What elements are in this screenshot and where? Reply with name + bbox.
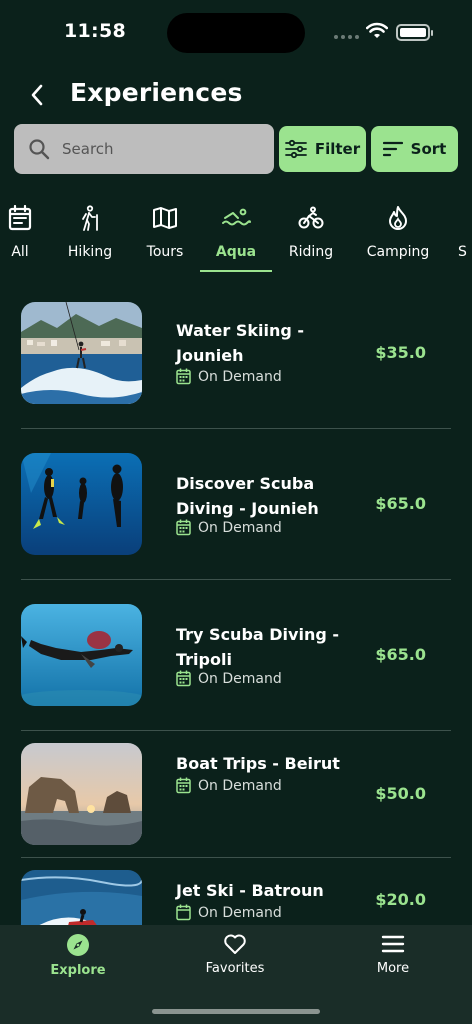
list-item[interactable]: Try Scuba Diving - Tripoli On Demand $65… [0, 580, 472, 731]
experience-price: $20.0 [375, 890, 426, 909]
list-item[interactable]: Discover Scuba Diving - Jounieh On Deman… [0, 429, 472, 580]
page-title: Experiences [70, 78, 243, 107]
category-more[interactable]: S [458, 200, 472, 272]
availability-text: On Demand [198, 368, 282, 385]
tab-favorites[interactable]: Favorites [175, 933, 295, 989]
sort-label: Sort [410, 140, 447, 158]
experience-image [21, 870, 142, 925]
back-button[interactable] [22, 80, 52, 110]
sort-button[interactable]: Sort [371, 126, 458, 172]
availability: On Demand [176, 670, 282, 687]
flame-icon [389, 206, 407, 230]
hiker-icon [82, 205, 98, 231]
search-input[interactable] [62, 124, 262, 174]
experience-list: Water Skiing - Jounieh On Demand $35.0 D… [0, 280, 472, 925]
availability: On Demand [176, 519, 282, 536]
experience-title: Try Scuba Diving - Tripoli [176, 625, 339, 669]
active-tab-indicator [200, 270, 272, 272]
list-item[interactable]: Water Skiing - Jounieh On Demand $35.0 [0, 280, 472, 429]
experience-title: Water Skiing - Jounieh [176, 321, 305, 365]
tab-more[interactable]: More [333, 933, 453, 989]
sort-icon [382, 141, 403, 157]
home-indicator [152, 1009, 320, 1014]
header: Experiences [0, 74, 472, 118]
category-label: Tours [146, 244, 184, 260]
availability: On Demand [176, 368, 282, 385]
category-tours[interactable]: Tours [136, 200, 194, 272]
calendar-icon [176, 519, 191, 536]
category-label: All [11, 244, 29, 260]
calendar-icon [176, 777, 191, 794]
availability-text: On Demand [198, 904, 282, 921]
filter-label: Filter [314, 140, 361, 158]
calendar-icon [176, 368, 191, 385]
experience-image [21, 743, 142, 845]
search-box[interactable] [14, 124, 274, 174]
category-hiking[interactable]: Hiking [60, 200, 120, 272]
experience-price: $50.0 [375, 784, 426, 803]
experience-image [21, 453, 142, 555]
experience-image [21, 604, 142, 706]
availability-text: On Demand [198, 519, 282, 536]
heart-icon [224, 934, 246, 954]
category-label: Riding [288, 244, 334, 260]
menu-icon [381, 935, 405, 953]
category-camping[interactable]: Camping [362, 200, 434, 272]
map-icon [153, 207, 177, 229]
chevron-left-icon [31, 84, 43, 106]
availability: On Demand [176, 777, 282, 794]
category-tabs: All Hiking Tours Aqua Riding Camping S [0, 200, 472, 276]
wifi-icon [366, 22, 388, 38]
sliders-icon [284, 139, 307, 159]
category-label: Hiking [67, 244, 113, 260]
search-icon [29, 139, 50, 160]
swimmer-icon [222, 208, 251, 226]
battery-icon [396, 24, 433, 41]
dynamic-island [167, 13, 305, 53]
filter-button[interactable]: Filter [279, 126, 366, 172]
availability: On Demand [176, 904, 282, 921]
availability-text: On Demand [198, 670, 282, 687]
tab-explore[interactable]: Explore [18, 933, 138, 989]
search-row: Filter Sort [14, 124, 458, 174]
tab-label: Favorites [205, 961, 265, 976]
category-label: S [458, 244, 467, 260]
tab-label: More [376, 961, 410, 976]
calendar-icon [176, 670, 191, 687]
category-label: Camping [366, 244, 430, 260]
category-label: Aqua [215, 244, 257, 260]
calendar-icon [8, 205, 32, 231]
category-riding[interactable]: Riding [286, 200, 336, 272]
status-bar: 11:58 [0, 0, 472, 64]
calendar-icon [176, 904, 191, 921]
status-time: 11:58 [64, 20, 126, 42]
experience-price: $65.0 [375, 645, 426, 664]
experience-price: $35.0 [375, 343, 426, 362]
list-item[interactable]: Boat Trips - Beirut On Demand $50.0 [0, 731, 472, 858]
experience-image [21, 302, 142, 404]
availability-text: On Demand [198, 777, 282, 794]
bicycle-icon [298, 206, 324, 229]
list-item[interactable]: Jet Ski - Batroun On Demand $20.0 [0, 858, 472, 925]
category-all[interactable]: All [0, 200, 40, 272]
experience-title: Boat Trips - Beirut [176, 754, 340, 773]
experience-title: Discover Scuba Diving - Jounieh [176, 474, 319, 518]
category-aqua[interactable]: Aqua [200, 200, 272, 272]
experience-price: $65.0 [375, 494, 426, 513]
signal-icon [334, 35, 359, 39]
compass-icon [67, 934, 89, 956]
experience-title: Jet Ski - Batroun [176, 881, 324, 900]
tab-label: Explore [50, 963, 106, 978]
